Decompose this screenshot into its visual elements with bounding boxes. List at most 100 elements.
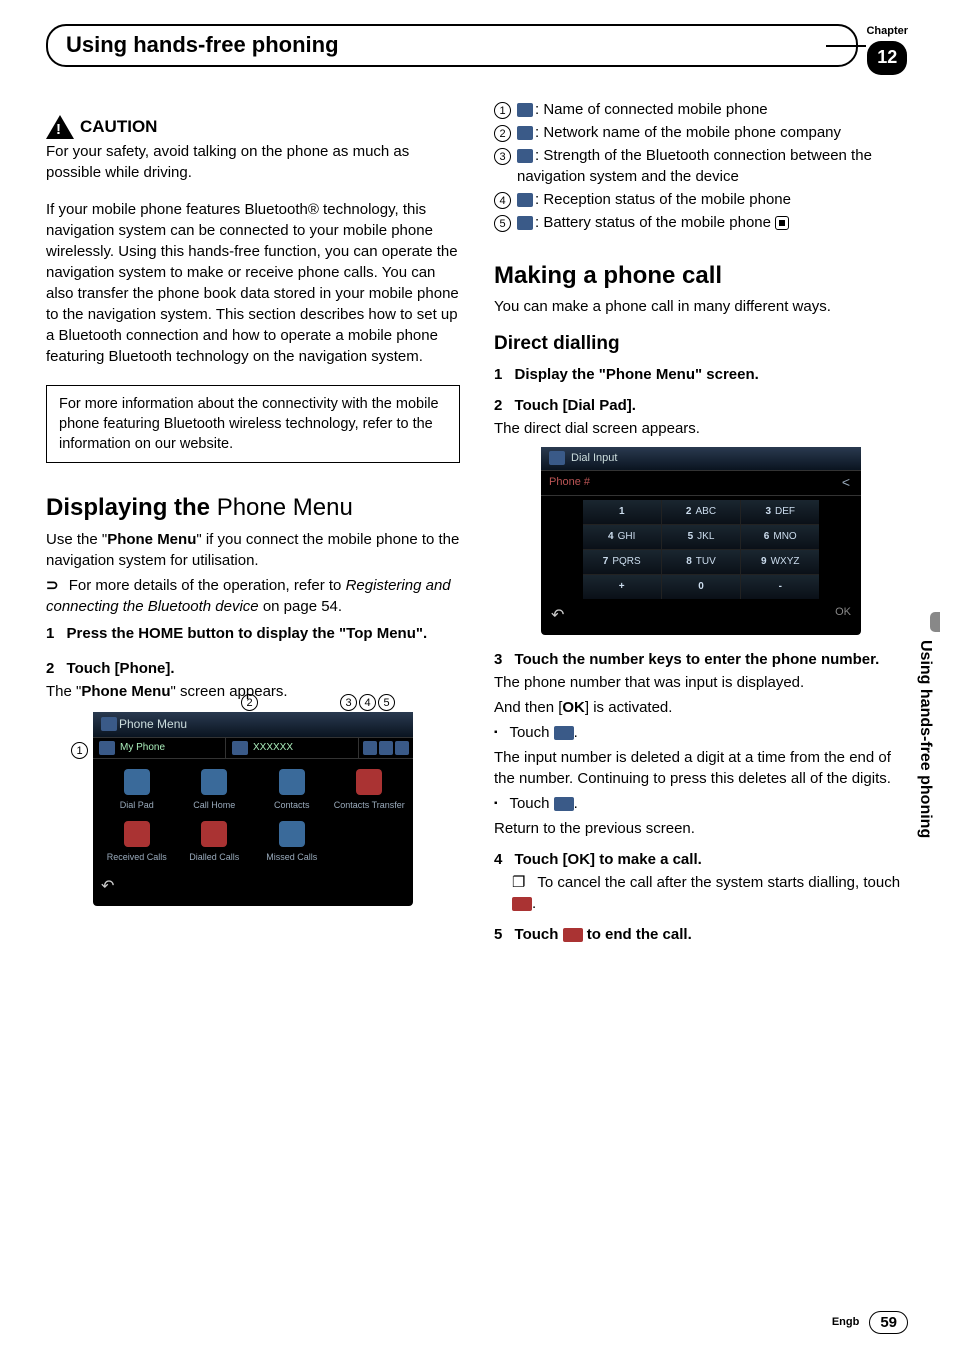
step-text: Touch the number keys to enter the phone… — [515, 651, 880, 668]
menu-label: Contacts — [274, 799, 310, 812]
device-name-label: My Phone — [120, 741, 165, 755]
callout-5: 5 — [378, 694, 401, 711]
dial-key-8[interactable]: 8TUV — [662, 550, 740, 574]
legend-text: : Reception status of the mobile phone — [535, 191, 791, 208]
circle-number: 1 — [71, 742, 88, 759]
dd-step-3-body-1: The phone number that was input is displ… — [494, 672, 908, 693]
step-text: Touch [Dial Pad]. — [515, 397, 636, 414]
step-number: 2 — [494, 397, 502, 414]
dial-key-9[interactable]: 9WXYZ — [741, 550, 819, 574]
caution-body: For your safety, avoid talking on the ph… — [46, 141, 460, 183]
dd-step-5: 5 Touch to end the call. — [494, 924, 908, 945]
page-footer: Engb 59 — [832, 1311, 908, 1334]
step-number: 2 — [46, 660, 54, 677]
phone-number-field[interactable]: Phone # — [541, 471, 831, 494]
caution-icon — [46, 115, 74, 139]
step-text: Display the "Phone Menu" screen. — [515, 366, 759, 383]
chapter-title: Using hands-free phoning — [46, 24, 858, 67]
dial-input-screenshot: Dial Input Phone # < 12ABC3DEF 4GHI5JKL6M… — [541, 447, 861, 635]
displaying-phone-menu-heading: Displaying the Phone Menu — [46, 491, 460, 525]
menu-received-calls[interactable]: Received Calls — [99, 817, 175, 868]
dd-step-2: 2 Touch [Dial Pad]. — [494, 395, 908, 416]
dial-key--[interactable]: - — [741, 575, 819, 599]
dial-key-4[interactable]: 4GHI — [583, 525, 661, 549]
caution-heading: CAUTION — [80, 115, 157, 139]
text-fragment: . — [574, 724, 578, 741]
callout-2: 2 — [241, 694, 264, 711]
return-icon — [554, 797, 574, 811]
text-bold: Phone Menu — [107, 531, 196, 548]
dial-key-0[interactable]: 0 — [662, 575, 740, 599]
battery-icon — [395, 741, 409, 755]
received-calls-icon — [124, 821, 150, 847]
step-1: 1 Press the HOME button to display the "… — [46, 623, 460, 644]
step-text: Touch [OK] to make a call. — [515, 851, 702, 868]
text-bold: OK — [562, 699, 585, 716]
return-detail: Return to the previous screen. — [494, 818, 908, 839]
intro-paragraph: If your mobile phone features Bluetooth®… — [46, 199, 460, 367]
circle-number: 1 — [494, 102, 511, 119]
dial-key-6[interactable]: 6MNO — [741, 525, 819, 549]
language-code: Engb — [832, 1315, 860, 1330]
status-network-name: XXXXXX — [226, 738, 359, 758]
step-number: 1 — [494, 366, 502, 383]
dd-step-3-body-2: And then [OK] is activated. — [494, 697, 908, 718]
phone-header-icon — [549, 451, 565, 465]
step-text: Touch to end the call. — [515, 926, 692, 943]
right-column: 1: Name of connected mobile phone 2: Net… — [494, 93, 908, 947]
phone-header-icon — [101, 717, 117, 731]
chapter-header: Using hands-free phoning Chapter 12 — [46, 24, 908, 75]
text-fragment: Touch — [515, 926, 563, 943]
dial-key-+[interactable]: + — [583, 575, 661, 599]
side-tab-label: Using hands-free phoning — [914, 640, 936, 838]
network-name-label: XXXXXX — [253, 741, 293, 755]
dd-step-4-sub: To cancel the call after the system star… — [512, 872, 908, 914]
circle-number: 2 — [241, 694, 258, 711]
legend-text: : Network name of the mobile phone compa… — [535, 124, 841, 141]
dial-key-3[interactable]: 3DEF — [741, 500, 819, 524]
menu-label: Contacts Transfer — [334, 799, 405, 812]
dial-key-5[interactable]: 5JKL — [662, 525, 740, 549]
dial-pad-icon — [124, 769, 150, 795]
menu-dial-pad[interactable]: Dial Pad — [99, 765, 175, 816]
text-fragment: " screen appears. — [171, 683, 288, 700]
text-fragment: . — [532, 895, 536, 912]
menu-contacts-transfer[interactable]: Contacts Transfer — [332, 765, 408, 816]
backspace-key[interactable]: < — [831, 473, 861, 493]
text-fragment: And then [ — [494, 699, 562, 716]
status-icons — [359, 738, 413, 758]
dial-key-2[interactable]: 2ABC — [662, 500, 740, 524]
text-fragment: Touch — [509, 724, 553, 741]
menu-label: Call Home — [193, 799, 235, 812]
circle-number: 5 — [378, 694, 395, 711]
ok-button[interactable]: OK — [835, 605, 851, 627]
hangup-icon — [563, 928, 583, 942]
dd-step-4: 4 Touch [OK] to make a call. — [494, 849, 908, 870]
menu-contacts[interactable]: Contacts — [254, 765, 330, 816]
dial-input-title: Dial Input — [571, 451, 617, 466]
side-tab-marker — [930, 612, 940, 632]
call-home-icon — [201, 769, 227, 795]
device-icon — [517, 103, 533, 117]
dd-step-1: 1 Display the "Phone Menu" screen. — [494, 364, 908, 385]
website-info-box: For more information about the connectiv… — [46, 385, 460, 464]
chapter-label: Chapter — [866, 24, 908, 39]
menu-missed-calls[interactable]: Missed Calls — [254, 817, 330, 868]
touch-return-line: Touch . — [494, 793, 908, 814]
dial-key-1[interactable]: 1 — [583, 500, 661, 524]
menu-call-home[interactable]: Call Home — [177, 765, 253, 816]
dial-key-7[interactable]: 7PQRS — [583, 550, 661, 574]
cross-reference: For more details of the operation, refer… — [46, 575, 460, 617]
menu-label: Dial Pad — [120, 799, 154, 812]
text-fragment: To cancel the call after the system star… — [537, 874, 900, 891]
contacts-transfer-icon — [356, 769, 382, 795]
menu-dialled-calls[interactable]: Dialled Calls — [177, 817, 253, 868]
back-button[interactable]: ↶ — [551, 605, 564, 627]
contacts-icon — [279, 769, 305, 795]
bluetooth-strength-icon — [517, 149, 533, 163]
back-button[interactable]: ↶ — [101, 876, 114, 898]
touch-backspace-line: Touch . — [494, 722, 908, 743]
text-fragment: The " — [46, 683, 81, 700]
network-icon — [232, 741, 248, 755]
phone-menu-title: Phone Menu — [119, 716, 187, 733]
